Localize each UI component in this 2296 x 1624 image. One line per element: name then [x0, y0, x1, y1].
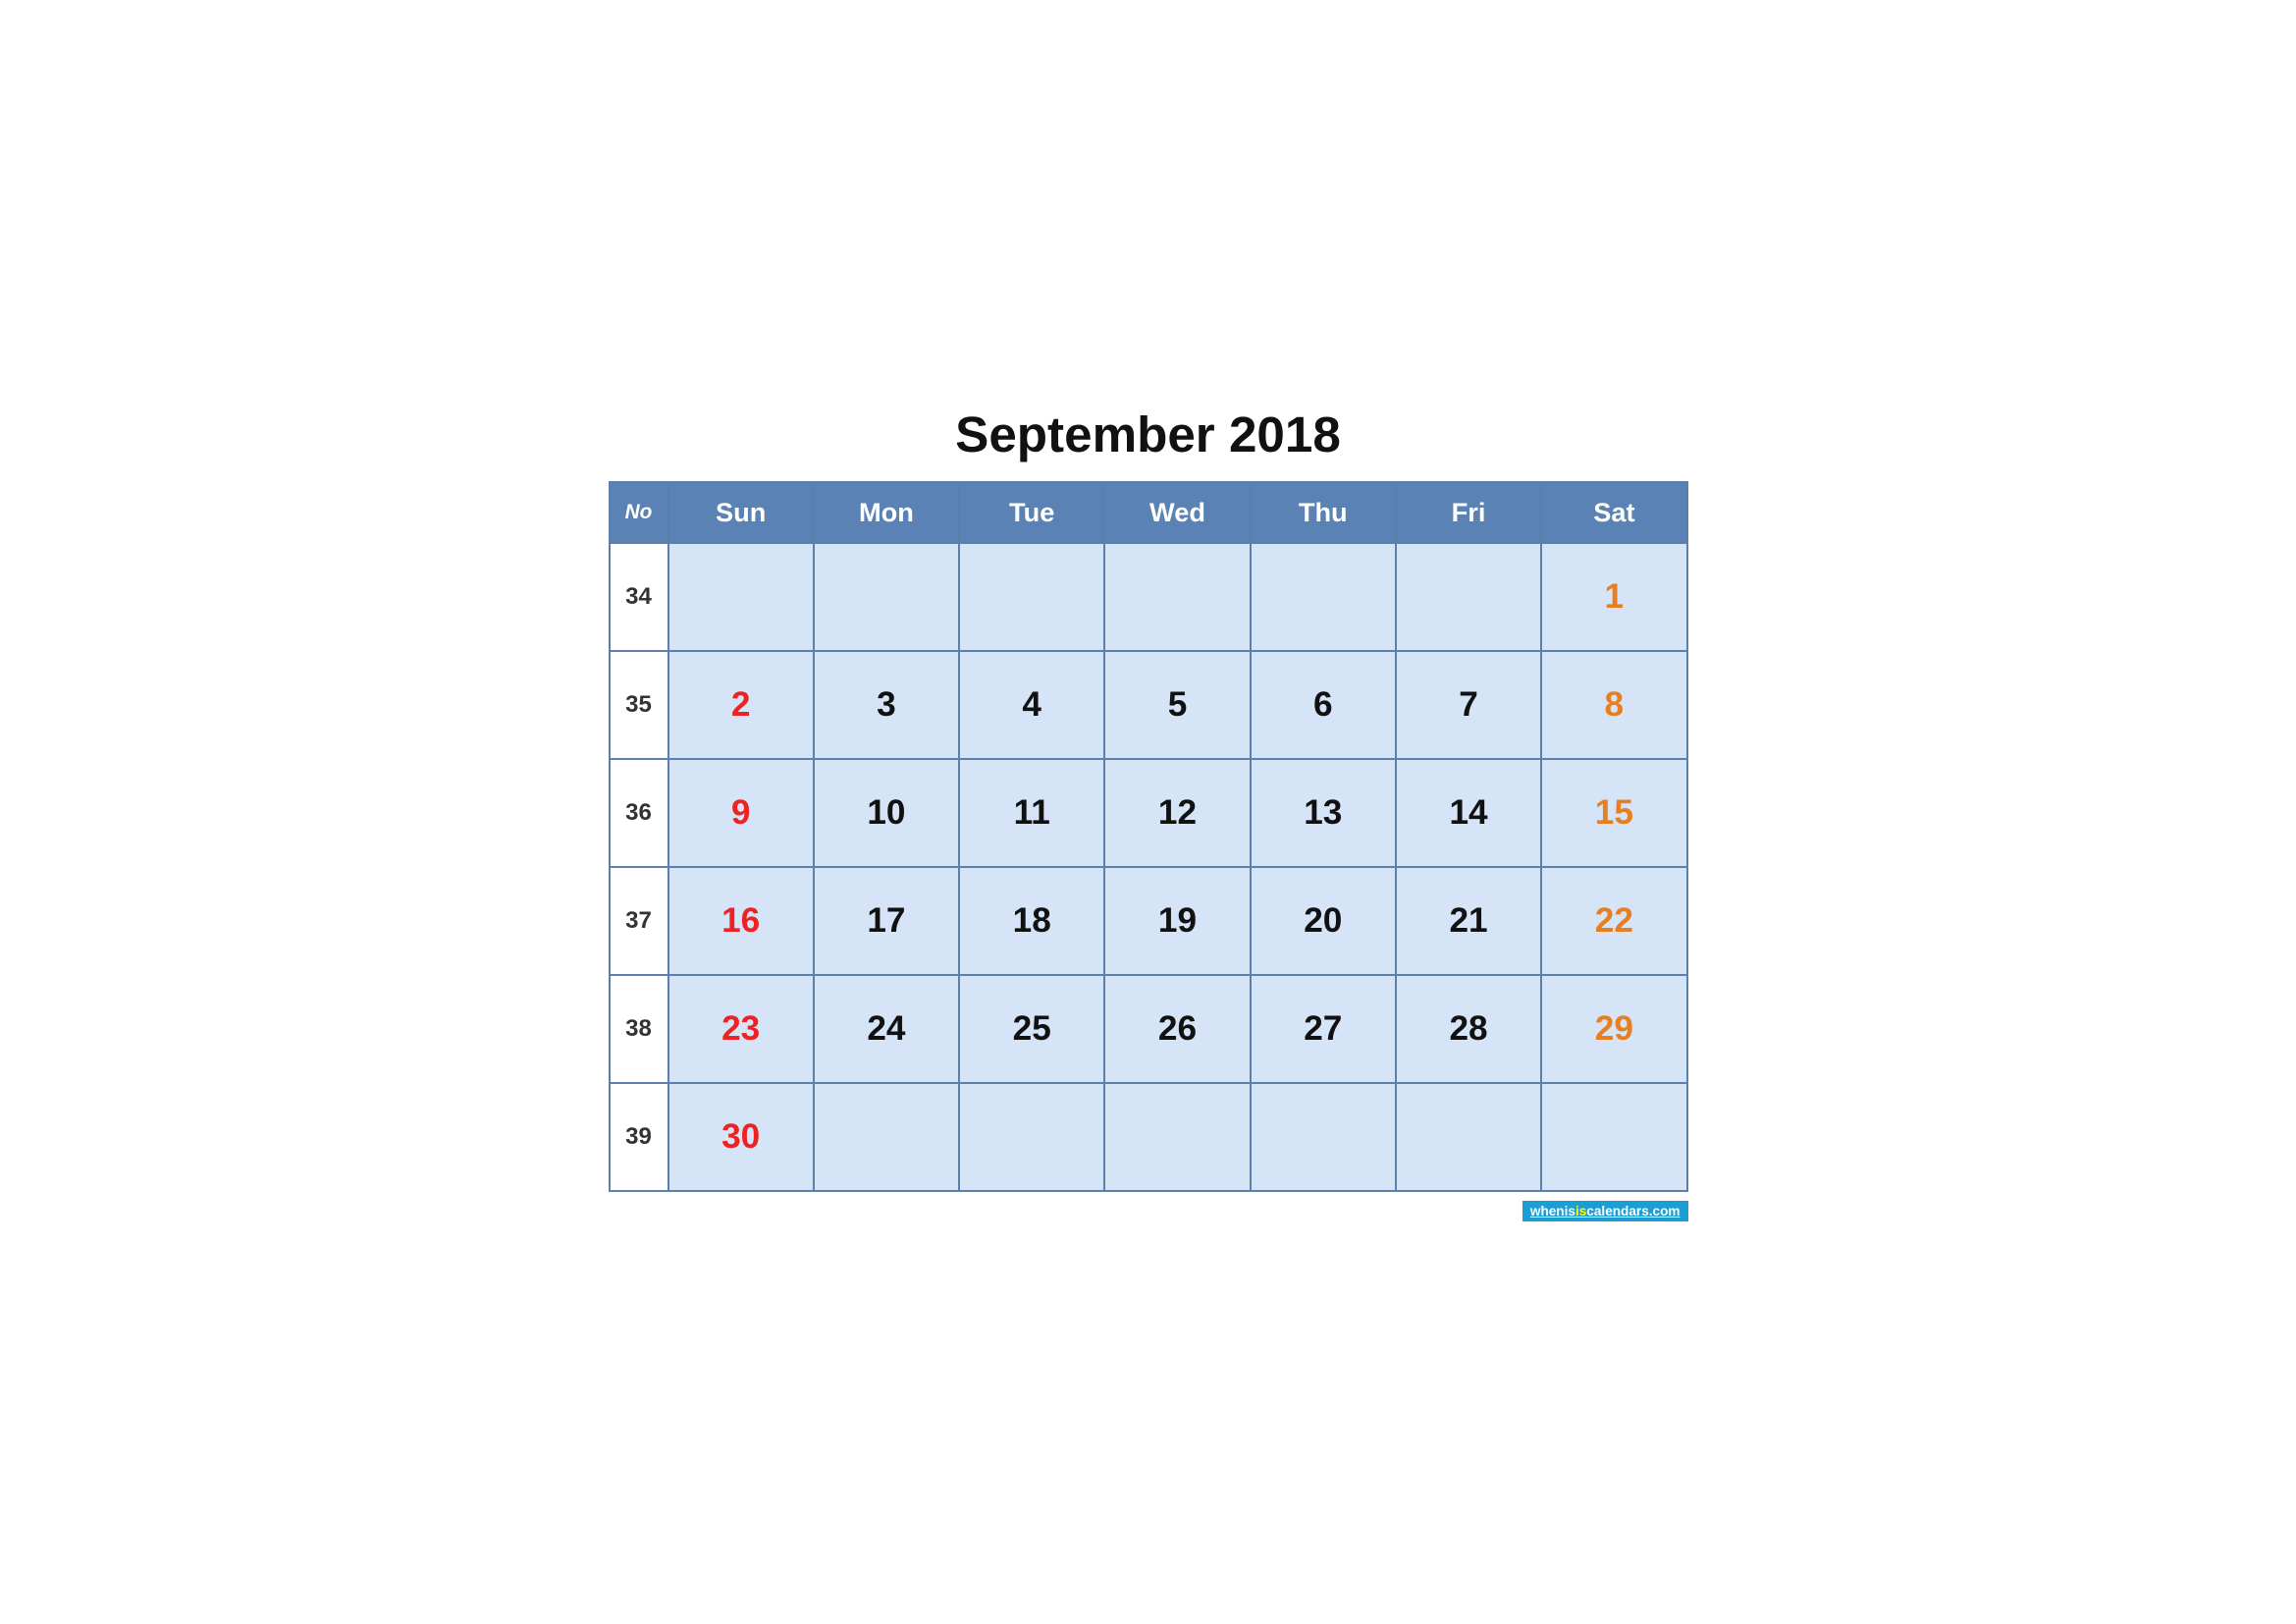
- day-cell: 11: [959, 759, 1104, 867]
- calendar-body: 3413523456783691011121314153716171819202…: [610, 543, 1687, 1191]
- day-cell: 17: [814, 867, 959, 975]
- day-cell: 5: [1104, 651, 1250, 759]
- header-tue: Tue: [959, 482, 1104, 543]
- day-cell: 24: [814, 975, 959, 1083]
- week-number: 35: [610, 651, 668, 759]
- week-number: 34: [610, 543, 668, 651]
- week-number: 38: [610, 975, 668, 1083]
- day-cell: 20: [1251, 867, 1396, 975]
- day-cell: 13: [1251, 759, 1396, 867]
- header-fri: Fri: [1396, 482, 1541, 543]
- day-cell: 29: [1541, 975, 1686, 1083]
- day-cell: [1396, 543, 1541, 651]
- day-cell: 18: [959, 867, 1104, 975]
- day-cell: [668, 543, 814, 651]
- url-highlight: is: [1575, 1204, 1586, 1218]
- day-cell: 23: [668, 975, 814, 1083]
- day-cell: [1104, 1083, 1250, 1191]
- header-sun: Sun: [668, 482, 814, 543]
- day-cell: 2: [668, 651, 814, 759]
- url-prefix: whenis: [1530, 1204, 1575, 1218]
- header-thu: Thu: [1251, 482, 1396, 543]
- day-cell: 6: [1251, 651, 1396, 759]
- day-cell: 27: [1251, 975, 1396, 1083]
- day-cell: 1: [1541, 543, 1686, 651]
- week-row: 369101112131415: [610, 759, 1687, 867]
- day-cell: 7: [1396, 651, 1541, 759]
- day-cell: [814, 543, 959, 651]
- header-sat: Sat: [1541, 482, 1686, 543]
- day-cell: 8: [1541, 651, 1686, 759]
- header-row: No Sun Mon Tue Wed Thu Fri Sat: [610, 482, 1687, 543]
- header-wed: Wed: [1104, 482, 1250, 543]
- website-link[interactable]: whenisiscalendars.com: [1522, 1201, 1688, 1221]
- day-cell: 21: [1396, 867, 1541, 975]
- week-row: 3930: [610, 1083, 1687, 1191]
- week-number: 36: [610, 759, 668, 867]
- week-number: 39: [610, 1083, 668, 1191]
- day-cell: 19: [1104, 867, 1250, 975]
- url-suffix: calendars.com: [1586, 1204, 1680, 1218]
- calendar-container: September 2018 No Sun Mon Tue Wed Thu Fr…: [609, 406, 1688, 1218]
- footer-link[interactable]: whenisiscalendars.com: [609, 1204, 1688, 1218]
- day-cell: 15: [1541, 759, 1686, 867]
- day-cell: 3: [814, 651, 959, 759]
- day-cell: 26: [1104, 975, 1250, 1083]
- week-row: 3823242526272829: [610, 975, 1687, 1083]
- day-cell: [814, 1083, 959, 1191]
- day-cell: [1251, 543, 1396, 651]
- day-cell: [959, 1083, 1104, 1191]
- day-cell: 9: [668, 759, 814, 867]
- day-cell: 30: [668, 1083, 814, 1191]
- week-row: 34 1: [610, 543, 1687, 651]
- header-no: No: [610, 482, 668, 543]
- day-cell: [1541, 1083, 1686, 1191]
- day-cell: 16: [668, 867, 814, 975]
- week-row: 3716171819202122: [610, 867, 1687, 975]
- day-cell: 14: [1396, 759, 1541, 867]
- day-cell: 12: [1104, 759, 1250, 867]
- day-cell: [1251, 1083, 1396, 1191]
- header-mon: Mon: [814, 482, 959, 543]
- week-number: 37: [610, 867, 668, 975]
- day-cell: 4: [959, 651, 1104, 759]
- day-cell: [1104, 543, 1250, 651]
- week-row: 352345678: [610, 651, 1687, 759]
- day-cell: 25: [959, 975, 1104, 1083]
- day-cell: 10: [814, 759, 959, 867]
- day-cell: [959, 543, 1104, 651]
- day-cell: 22: [1541, 867, 1686, 975]
- calendar-title: September 2018: [609, 406, 1688, 463]
- day-cell: [1396, 1083, 1541, 1191]
- day-cell: 28: [1396, 975, 1541, 1083]
- calendar-table: No Sun Mon Tue Wed Thu Fri Sat 341352345…: [609, 481, 1688, 1192]
